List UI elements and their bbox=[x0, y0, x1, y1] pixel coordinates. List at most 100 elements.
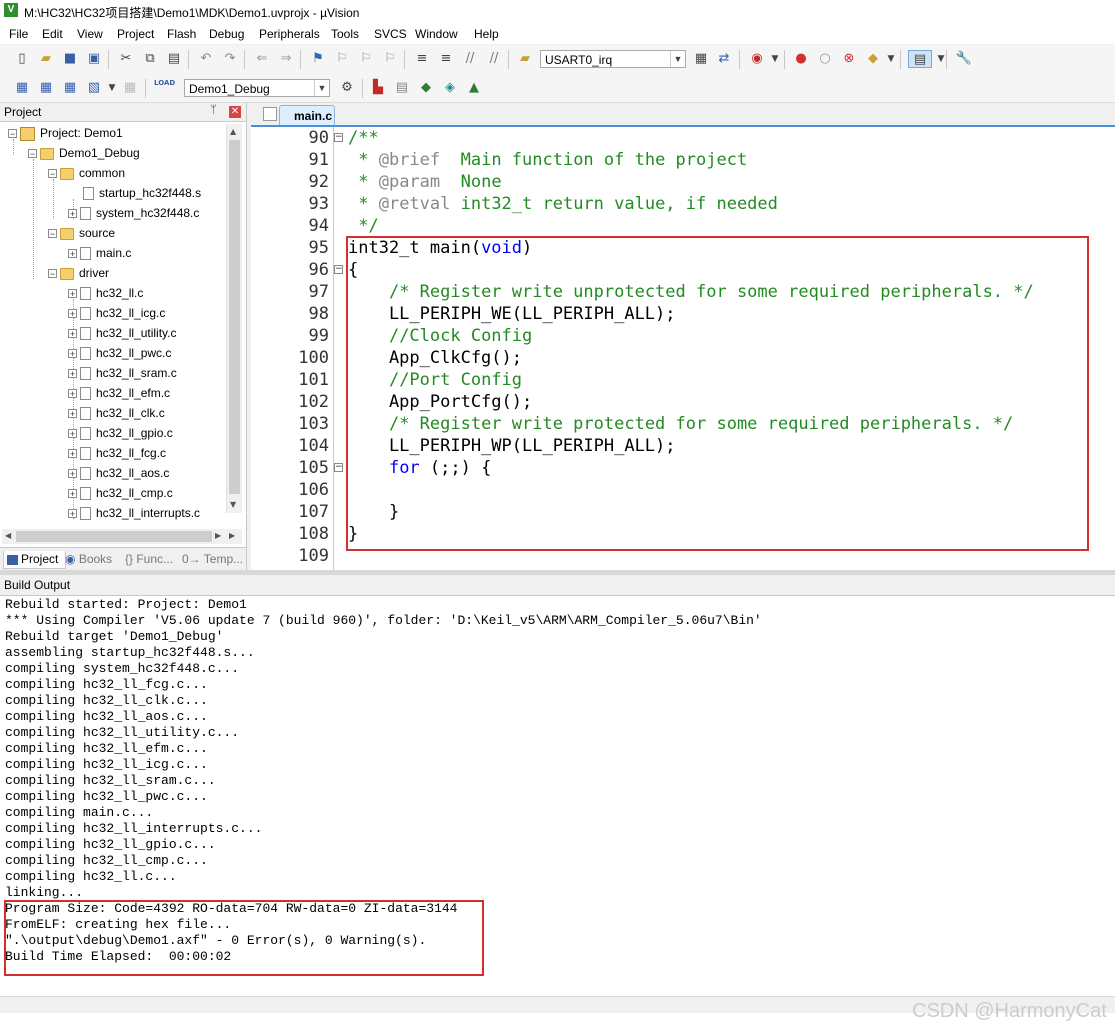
scroll-down-icon[interactable]: ▼ bbox=[230, 500, 236, 509]
batch-build-icon[interactable]: ▧ bbox=[85, 79, 103, 97]
code-line[interactable]: /** bbox=[348, 127, 379, 149]
tree-file[interactable]: + hc32_ll_interrupts.c bbox=[68, 503, 200, 523]
pin-icon[interactable]: ᛘ bbox=[210, 104, 217, 116]
bookmark-icon[interactable]: ⚑ bbox=[309, 50, 327, 68]
menu-debug[interactable]: Debug bbox=[209, 27, 244, 41]
code-line[interactable]: * @param None bbox=[348, 171, 501, 193]
scroll-up-icon[interactable]: ▲ bbox=[230, 127, 236, 136]
replace-icon[interactable]: ⇄ bbox=[715, 50, 733, 68]
expand-icon[interactable]: + bbox=[68, 509, 77, 519]
tree-group-source[interactable]: − source bbox=[48, 223, 115, 243]
tree-file[interactable]: + hc32_ll_icg.c bbox=[68, 303, 165, 323]
paste-icon[interactable]: ▤ bbox=[165, 50, 183, 68]
tree-file[interactable]: + system_hc32f448.c bbox=[68, 203, 199, 223]
scroll-thumb[interactable] bbox=[16, 531, 212, 542]
tree-file[interactable]: startup_hc32f448.s bbox=[83, 183, 201, 203]
collapse-icon[interactable]: − bbox=[48, 169, 57, 179]
function-combo[interactable]: USART0_irq ▼ bbox=[540, 50, 686, 68]
window-layout-icon[interactable]: ▤ bbox=[908, 50, 932, 68]
indent-icon[interactable]: ≡ bbox=[413, 50, 431, 68]
expand-icon[interactable]: + bbox=[68, 329, 77, 339]
tree-file[interactable]: + hc32_ll_aos.c bbox=[68, 463, 169, 483]
scroll-left-icon[interactable]: ◀ bbox=[5, 531, 11, 540]
next-bookmark-icon[interactable]: ⚐ bbox=[357, 50, 375, 68]
project-horizontal-scrollbar[interactable]: ◀ ▶ ▶ bbox=[2, 529, 242, 544]
menu-svcs[interactable]: SVCS bbox=[374, 27, 407, 41]
collapse-icon[interactable]: − bbox=[28, 149, 37, 159]
tab-main-c[interactable]: main.c bbox=[279, 105, 335, 125]
menu-file[interactable]: File bbox=[9, 27, 28, 41]
menu-edit[interactable]: Edit bbox=[42, 27, 63, 41]
chevron-down-icon[interactable]: ▼ bbox=[103, 79, 121, 97]
new-file-icon[interactable]: ▯ bbox=[13, 50, 31, 68]
nav-forward-icon[interactable]: ⇒ bbox=[277, 50, 295, 68]
project-vertical-scrollbar[interactable]: ▲ ▼ bbox=[226, 124, 242, 513]
expand-icon[interactable]: + bbox=[68, 369, 77, 379]
code-line[interactable]: */ bbox=[348, 215, 378, 237]
uncomment-icon[interactable]: // bbox=[485, 50, 503, 68]
scroll-thumb[interactable] bbox=[229, 140, 240, 494]
enable-breakpoint-icon[interactable]: ○ bbox=[816, 50, 834, 68]
stop-build-icon[interactable]: ▦ bbox=[121, 79, 139, 97]
menu-flash[interactable]: Flash bbox=[167, 27, 196, 41]
copy-icon[interactable]: ⧉ bbox=[141, 50, 159, 68]
manage-project-icon[interactable]: ▙ bbox=[369, 79, 387, 97]
tree-file[interactable]: + hc32_ll_sram.c bbox=[68, 363, 177, 383]
expand-icon[interactable]: + bbox=[68, 389, 77, 399]
chevron-down-icon[interactable]: ▼ bbox=[932, 50, 950, 68]
expand-icon[interactable]: + bbox=[68, 249, 77, 259]
tree-file[interactable]: + hc32_ll_cmp.c bbox=[68, 483, 173, 503]
scroll-right-end-icon[interactable]: ▶ bbox=[229, 531, 235, 540]
collapse-icon[interactable]: − bbox=[8, 129, 17, 139]
tree-file[interactable]: + hc32_ll_clk.c bbox=[68, 403, 165, 423]
tree-file[interactable]: + hc32_ll_utility.c bbox=[68, 323, 176, 343]
save-all-icon[interactable]: ▣ bbox=[85, 50, 103, 68]
target-options-icon[interactable]: ⚙ bbox=[338, 79, 356, 97]
tree-group-common[interactable]: − common bbox=[48, 163, 125, 183]
find-icon[interactable]: ▦ bbox=[692, 50, 710, 68]
save-icon[interactable]: ■ bbox=[61, 50, 79, 68]
chevron-down-icon[interactable]: ▼ bbox=[882, 50, 900, 68]
insert-breakpoint-icon[interactable]: ● bbox=[792, 50, 810, 68]
kill-breakpoints-icon[interactable]: ◆ bbox=[864, 50, 882, 68]
menu-tools[interactable]: Tools bbox=[331, 27, 359, 41]
expand-icon[interactable]: + bbox=[68, 289, 77, 299]
code-line[interactable]: * @brief Main function of the project bbox=[348, 149, 747, 171]
menu-window[interactable]: Window bbox=[415, 27, 458, 41]
tree-file[interactable]: + hc32_ll_efm.c bbox=[68, 383, 170, 403]
pack-installer-icon[interactable]: ◈ bbox=[441, 79, 459, 97]
expand-icon[interactable]: + bbox=[68, 429, 77, 439]
undo-icon[interactable]: ↶ bbox=[197, 50, 215, 68]
tree-file[interactable]: + hc32_ll.c bbox=[68, 283, 143, 303]
expand-icon[interactable]: + bbox=[68, 309, 77, 319]
target-combo[interactable]: Demo1_Debug ▼ bbox=[184, 79, 330, 97]
configure-wrench-icon[interactable]: 🔧 bbox=[955, 50, 973, 68]
tab-functions[interactable]: {} Func... bbox=[125, 551, 173, 568]
tree-file[interactable]: + main.c bbox=[68, 243, 131, 263]
nav-back-icon[interactable]: ⇐ bbox=[253, 50, 271, 68]
device-database-icon[interactable]: ▲ bbox=[465, 79, 483, 97]
clear-bookmarks-icon[interactable]: ⚐ bbox=[381, 50, 399, 68]
tree-file[interactable]: + hc32_ll_pwc.c bbox=[68, 343, 171, 363]
tab-project[interactable]: Project bbox=[3, 551, 66, 569]
expand-icon[interactable]: + bbox=[68, 449, 77, 459]
expand-icon[interactable]: + bbox=[68, 469, 77, 479]
rebuild-icon[interactable]: ▦ bbox=[61, 79, 79, 97]
tree-target[interactable]: − Demo1_Debug bbox=[28, 143, 140, 163]
manage-rte-icon[interactable]: ◆ bbox=[417, 79, 435, 97]
cut-icon[interactable]: ✂ bbox=[117, 50, 135, 68]
fold-collapse-icon[interactable]: − bbox=[334, 265, 343, 274]
expand-icon[interactable]: + bbox=[68, 349, 77, 359]
code-line[interactable]: * @retval int32_t return value, if neede… bbox=[348, 193, 778, 215]
open-file-icon[interactable]: ▰ bbox=[37, 50, 55, 68]
tree-project-root[interactable]: − Project: Demo1 bbox=[8, 123, 123, 143]
menu-view[interactable]: View bbox=[77, 27, 103, 41]
redo-icon[interactable]: ↷ bbox=[221, 50, 239, 68]
find-in-files-icon[interactable]: ▰ bbox=[516, 50, 534, 68]
expand-icon[interactable]: + bbox=[68, 409, 77, 419]
menu-peripherals[interactable]: Peripherals bbox=[259, 27, 320, 41]
expand-icon[interactable]: + bbox=[68, 489, 77, 499]
disable-breakpoints-icon[interactable]: ⊗ bbox=[840, 50, 858, 68]
build-icon[interactable]: ▦ bbox=[37, 79, 55, 97]
collapse-icon[interactable]: − bbox=[48, 229, 57, 239]
